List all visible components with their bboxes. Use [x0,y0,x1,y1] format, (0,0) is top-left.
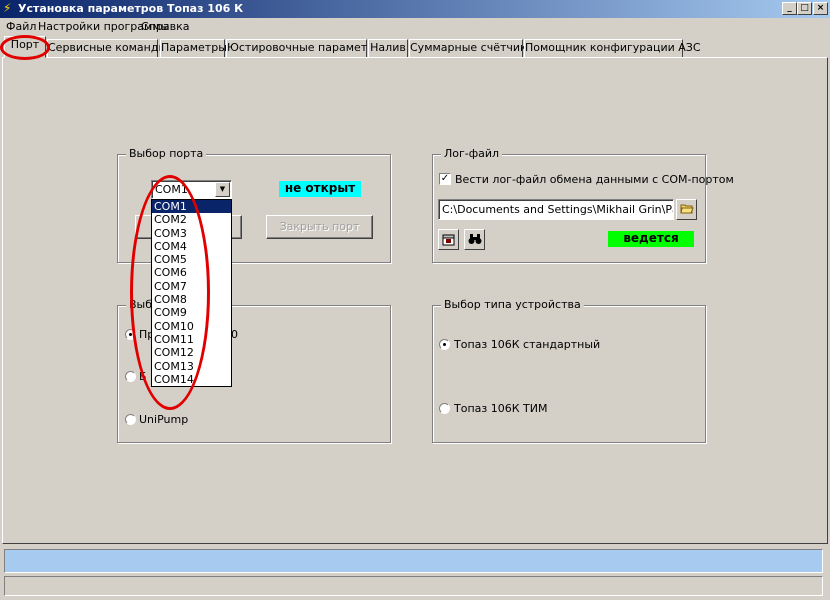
log-path-value: C:\Documents and Settings\Mikhail Grin\Р… [442,203,673,216]
log-group-title: Лог-файл [441,147,503,160]
browse-log-button[interactable] [676,199,697,220]
device-radio-tim[interactable] [439,403,450,414]
tab-calibration[interactable]: Юстировочные параметры [226,39,383,58]
port-option[interactable]: COM7 [152,280,231,293]
port-option[interactable]: COM3 [152,227,231,240]
protocol-radio-1[interactable] [125,329,136,340]
port-combobox-value: COM1 [155,183,188,196]
port-option[interactable]: COM1 [152,200,231,214]
device-radio-standard[interactable] [439,339,450,350]
port-option[interactable]: COM8 [152,293,231,306]
close-port-button[interactable]: Закрыть порт [266,215,373,239]
menu-file[interactable]: Файл [6,20,36,33]
port-option[interactable]: COM5 [152,253,231,266]
lightning-icon: ⚡ [3,1,12,15]
protocol-radio-2[interactable] [125,371,136,382]
window-title: Установка параметров Топаз 106 К [18,2,244,15]
protocol-radio-unipump-label: UniPump [139,413,189,426]
chevron-down-icon[interactable]: ▼ [215,182,230,197]
log-status-badge: ведется [608,231,694,247]
tab-totalizers[interactable]: Суммарные счётчики [409,39,534,58]
device-radio-standard-label: Топаз 106К стандартный [454,338,601,351]
device-group: Выбор типа устройства [432,298,706,443]
title-bar[interactable]: ⚡ Установка параметров Топаз 106 К _ □ × [0,0,830,18]
port-option[interactable]: COM11 [152,333,231,346]
tab-station-wizard[interactable]: Помощник конфигурации АЗС [524,39,701,58]
minimize-button[interactable]: _ [782,2,797,15]
menu-bar: Файл Настройки программы Справка [0,18,830,35]
port-status-badge: не открыт [279,181,361,197]
status-bar [4,576,823,596]
view-log-button[interactable] [438,229,459,250]
port-combobox[interactable]: COM1 ▼ [151,180,232,199]
device-radio-tim-label: Топаз 106К ТИМ [454,402,548,415]
log-checkbox[interactable]: ✓ [439,173,451,185]
port-group-title: Выбор порта [126,147,207,160]
tab-port[interactable]: Порт [4,36,46,58]
log-path-input[interactable]: C:\Documents and Settings\Mikhail Grin\Р… [438,199,674,220]
tab-service-commands[interactable]: Сервисные команды [47,39,167,58]
port-option[interactable]: COM10 [152,320,231,333]
port-option[interactable]: COM6 [152,266,231,279]
port-option[interactable]: COM12 [152,346,231,359]
tab-strip: Порт Сервисные команды Параметры Юстиров… [0,36,830,58]
close-button[interactable]: × [813,2,828,15]
folder-open-icon [679,204,694,214]
progress-bar [4,549,823,573]
port-option[interactable]: COM9 [152,306,231,319]
protocol-radio-2-label: Б [139,370,147,383]
port-option[interactable]: COM14 [152,373,231,386]
maximize-button[interactable]: □ [797,2,812,15]
log-checkbox-label: Вести лог-файл обмена данными с COM-порт… [455,173,734,186]
port-dropdown-list[interactable]: COM1 COM2 COM3 COM4 COM5 COM6 COM7 COM8 … [151,199,232,387]
protocol-radio-unipump[interactable] [125,414,136,425]
port-option[interactable]: COM13 [152,360,231,373]
protocol-radio-1-label-tail: 0 [231,328,238,341]
port-option[interactable]: COM2 [152,213,231,226]
tab-filling[interactable]: Налив [368,39,408,58]
find-log-button[interactable] [464,229,485,250]
binoculars-icon [468,234,481,244]
view-file-icon [442,234,455,246]
device-group-title: Выбор типа устройства [441,298,584,311]
tab-parameters[interactable]: Параметры [160,39,227,58]
port-option[interactable]: COM4 [152,240,231,253]
menu-help[interactable]: Справка [141,20,189,33]
